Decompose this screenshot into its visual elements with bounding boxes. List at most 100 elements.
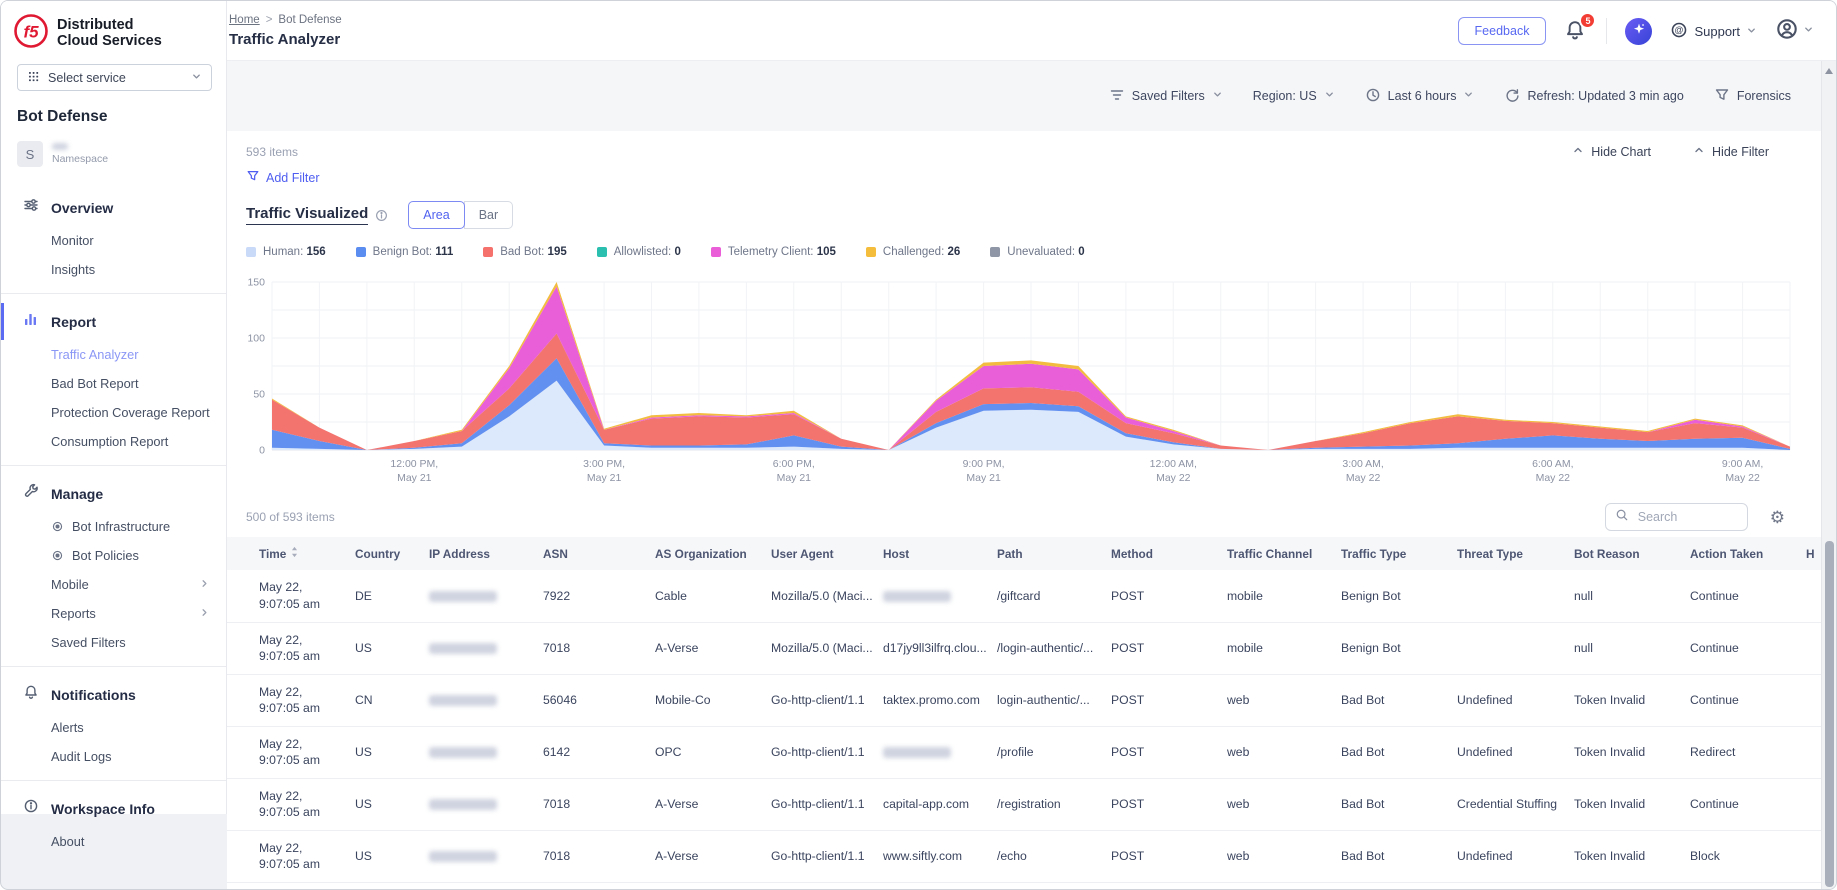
nav-section-header[interactable]: Overview bbox=[1, 189, 226, 226]
support-label: Support bbox=[1694, 23, 1740, 39]
chevron-down-icon bbox=[1212, 89, 1223, 103]
cell-path: /login-authentic/... bbox=[987, 622, 1101, 675]
refresh-button[interactable]: Refresh: Updated 3 min ago bbox=[1504, 87, 1684, 106]
scroll-up-arrow[interactable] bbox=[1825, 68, 1833, 74]
user-menu[interactable] bbox=[1775, 17, 1814, 46]
column-header-ip: IP Address bbox=[419, 537, 533, 570]
nav-section-header[interactable]: Workspace Info bbox=[1, 790, 226, 827]
cell-country: US bbox=[345, 778, 419, 831]
scrollbar-thumb[interactable] bbox=[1825, 541, 1834, 887]
gear-icon[interactable]: ⚙ bbox=[1770, 509, 1785, 526]
search-input[interactable] bbox=[1635, 509, 1738, 525]
time-range-dropdown[interactable]: Last 6 hours bbox=[1365, 87, 1475, 106]
table-row[interactable]: May 22, 9:07:05 am US 6142 OPC Go-http-clien… bbox=[227, 726, 1823, 779]
namespace-label: Namespace bbox=[52, 153, 109, 165]
header-divider bbox=[1606, 18, 1608, 44]
notifications-bell[interactable]: 5 bbox=[1564, 12, 1597, 45]
cell-traffic_channel: web bbox=[1217, 726, 1331, 779]
nav-section-header[interactable]: Manage bbox=[1, 475, 226, 512]
redacted-value bbox=[883, 591, 951, 603]
chart-canvas: 0 50 100 150 12:00 PM, May 21 3:00 PM, May 21 6:… bbox=[227, 258, 1823, 499]
sidebar-item-protection-coverage-report[interactable]: Protection Coverage Report bbox=[1, 398, 226, 427]
cell-bot_reason: Token Invalid bbox=[1564, 830, 1680, 883]
cell-time: May 22, 9:07:05 am bbox=[227, 830, 345, 883]
cell-threat_type bbox=[1447, 622, 1564, 675]
table-row[interactable]: May 22, 9:07:05 am CN 56046 Mobile-Co Go-htt… bbox=[227, 674, 1823, 727]
sidebar-item-consumption-report[interactable]: Consumption Report bbox=[1, 427, 226, 456]
legend-swatch bbox=[710, 247, 721, 257]
select-service-dropdown[interactable]: Select service bbox=[17, 64, 212, 91]
nav-section-header[interactable]: Report bbox=[1, 303, 226, 340]
table-row[interactable]: May 22, 9:07:05 am DE 7922 Cable Mozilla/5.0… bbox=[227, 570, 1823, 623]
table-row[interactable]: May 22, 9:07:05 am US 7018 A-Verse Go-http-c… bbox=[227, 778, 1823, 831]
namespace-avatar: S bbox=[17, 141, 43, 167]
table-row[interactable]: May 22, 9:07:05 am US 7018 A-Verse Mozilla/5… bbox=[227, 622, 1823, 675]
sidebar-item-alerts[interactable]: Alerts bbox=[1, 713, 226, 742]
feedback-button[interactable]: Feedback bbox=[1457, 17, 1547, 45]
sidebar-item-saved-filters[interactable]: Saved Filters bbox=[1, 628, 226, 657]
add-filter-button[interactable]: Add Filter bbox=[246, 169, 320, 186]
cell-h bbox=[1796, 882, 1823, 889]
sidebar-item-monitor[interactable]: Monitor bbox=[1, 226, 226, 255]
cell-as_org: Mobile-Co bbox=[645, 674, 761, 727]
hide-chart-button[interactable]: Hide Chart bbox=[1572, 144, 1651, 159]
cell-time: May 22, 9:07:05 am bbox=[227, 726, 345, 779]
area-toggle-button[interactable]: Area bbox=[408, 201, 465, 229]
sidebar-item-reports[interactable]: Reports bbox=[1, 599, 226, 628]
legend-item-unevaluated[interactable]: Unevaluated: 0 bbox=[990, 246, 1085, 258]
bell-icon bbox=[1564, 21, 1586, 45]
chevron-up-icon bbox=[1693, 144, 1705, 159]
support-menu[interactable]: @ Support bbox=[1670, 21, 1757, 42]
breadcrumb-home-link[interactable]: Home bbox=[229, 14, 260, 26]
sidebar-item-bot-infrastructure[interactable]: Bot Infrastructure bbox=[1, 512, 226, 541]
legend-item-benign-bot[interactable]: Benign Bot: 111 bbox=[355, 246, 453, 258]
cell-action_taken: Block bbox=[1680, 830, 1796, 883]
sidebar-item-bot-policies[interactable]: Bot Policies bbox=[1, 541, 226, 570]
legend-item-bad-bot[interactable]: Bad Bot: 195 bbox=[483, 246, 567, 258]
sidebar-item-bad-bot-report[interactable]: Bad Bot Report bbox=[1, 369, 226, 398]
legend-swatch bbox=[596, 247, 607, 257]
sidebar-item-mobile[interactable]: Mobile bbox=[1, 570, 226, 599]
cell-threat_type bbox=[1447, 570, 1564, 623]
cell-method: POST bbox=[1101, 570, 1217, 623]
cell-host bbox=[873, 570, 987, 623]
cell-bot_reason: Token Invalid bbox=[1564, 726, 1680, 779]
sidebar-item-insights[interactable]: Insights bbox=[1, 255, 226, 284]
ai-assistant-button[interactable] bbox=[1625, 17, 1653, 45]
namespace-row[interactable]: S Namespace bbox=[17, 141, 210, 167]
cell-time: May 22, 9:07:05 am bbox=[227, 778, 345, 831]
cell-country: US bbox=[345, 726, 419, 779]
nav-section-notifications: Notifications Alerts Audit Logs bbox=[1, 676, 226, 771]
cell-bot_reason: null bbox=[1564, 570, 1680, 623]
svg-text:12:00 AM,: 12:00 AM, bbox=[1150, 458, 1197, 470]
table-row[interactable]: May 22, 9:07:05 am US 7018 A-Verse Go-http-c… bbox=[227, 830, 1823, 883]
wrench-icon bbox=[23, 483, 39, 504]
nav-section-header[interactable]: Notifications bbox=[1, 676, 226, 713]
legend-item-human[interactable]: Human: 156 bbox=[246, 246, 326, 258]
legend-item-telemetry-client[interactable]: Telemetry Client: 105 bbox=[710, 246, 836, 258]
sidebar-item-traffic-analyzer[interactable]: Traffic Analyzer bbox=[1, 340, 226, 369]
column-header-bot_reason: Bot Reason bbox=[1564, 537, 1680, 570]
info-icon[interactable] bbox=[375, 209, 388, 222]
funnel-icon bbox=[1714, 87, 1730, 106]
legend-item-allowlisted[interactable]: Allowlisted: 0 bbox=[596, 246, 681, 258]
redacted-value bbox=[883, 747, 951, 759]
legend-item-challenged[interactable]: Challenged: 26 bbox=[865, 246, 960, 258]
cell-action_taken: Continue bbox=[1680, 570, 1796, 623]
sidebar-item-about[interactable]: About bbox=[1, 827, 226, 856]
cell-ip bbox=[419, 570, 533, 623]
region-dropdown[interactable]: Region: US bbox=[1253, 89, 1335, 103]
sparkle-icon bbox=[1632, 22, 1646, 41]
column-header-time[interactable]: Time bbox=[227, 537, 345, 570]
hide-filter-button[interactable]: Hide Filter bbox=[1693, 144, 1769, 159]
bar-toggle-button[interactable]: Bar bbox=[463, 201, 514, 229]
saved-filters-dropdown[interactable]: Saved Filters bbox=[1109, 87, 1223, 106]
sidebar-item-audit-logs[interactable]: Audit Logs bbox=[1, 742, 226, 771]
cell-threat_type bbox=[1447, 882, 1564, 889]
table-row[interactable] bbox=[227, 882, 1823, 889]
column-header-user_agent: User Agent bbox=[761, 537, 873, 570]
redacted-value bbox=[429, 591, 497, 603]
cell-as_org: OPC bbox=[645, 726, 761, 779]
svg-text:@: @ bbox=[1675, 24, 1684, 34]
forensics-button[interactable]: Forensics bbox=[1714, 87, 1791, 106]
